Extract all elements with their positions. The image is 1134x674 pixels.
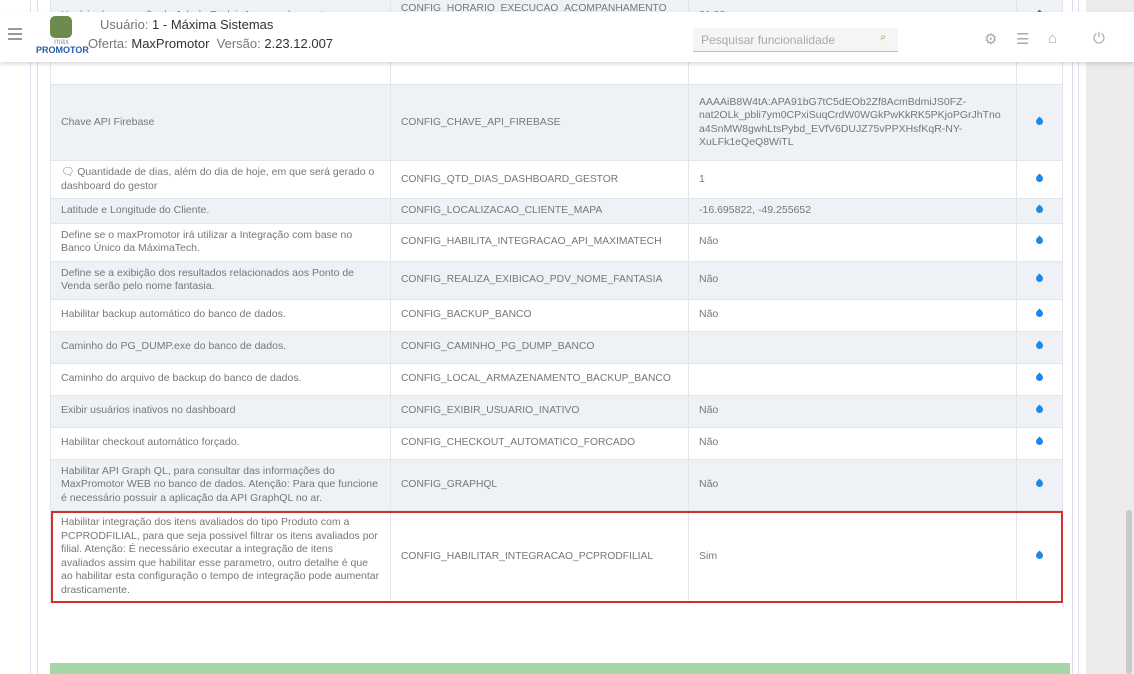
cell-desc: Define se a exibição dos resultados rela… — [50, 260, 391, 300]
config-table: Horário de execução da Job de Excluir Ac… — [50, 0, 1063, 603]
config-row: Chave API Firebase CONFIG_CHAVE_API_FIREB… — [50, 84, 1063, 161]
edit-cell — [1016, 198, 1063, 224]
scrollbar-track[interactable] — [1086, 0, 1134, 674]
config-row: Caminho do arquivo de backup do banco de… — [50, 362, 1063, 396]
edit-cell — [1016, 394, 1063, 428]
cell-desc: Exibir usuários inativos no dashboard — [50, 394, 391, 428]
config-row: 🗨 Quantidade de dias, além do dia de hoj… — [50, 160, 1063, 199]
edit-icon[interactable] — [1034, 478, 1045, 489]
cell-desc: Habilitar checkout automático forçado. — [50, 426, 391, 460]
edit-icon[interactable] — [1034, 116, 1045, 127]
cell-value: Sim — [688, 510, 1017, 603]
cell-key: CONFIG_BACKUP_BANCO — [390, 298, 689, 332]
menu-icon[interactable] — [8, 28, 22, 43]
cell-key: CONFIG_HABILITAR_INTEGRACAO_PCPRODFILIAL — [390, 510, 689, 603]
cell-desc: Habilitar backup automático do banco de … — [50, 298, 391, 332]
home-icon[interactable]: ⌂ — [1048, 30, 1057, 47]
cell-value: -16.695822, -49.255652 — [688, 198, 1017, 224]
offer-info: Oferta: MaxPromotor Versão: 2.23.12.007 — [88, 36, 334, 51]
cell-key: CONFIG_CHECKOUT_AUTOMATICO_FORCADO — [390, 426, 689, 460]
frame-border — [37, 0, 38, 674]
edit-cell — [1016, 510, 1063, 603]
cell-value: Não — [688, 426, 1017, 460]
top-header: max PROMOTOR Usuário: 1 - Máxima Sistema… — [0, 12, 1134, 62]
edit-icon[interactable] — [1034, 404, 1045, 415]
edit-cell — [1016, 458, 1063, 511]
config-row: Exibir usuários inativos no dashboard CON… — [50, 394, 1063, 428]
edit-icon[interactable] — [1034, 273, 1045, 284]
search-icon[interactable]: ⌕ — [880, 32, 886, 43]
edit-cell — [1016, 426, 1063, 460]
frame-border — [1072, 0, 1073, 674]
power-icon[interactable]: ⏻ — [1093, 30, 1105, 47]
frame-border — [1078, 0, 1079, 674]
edit-cell — [1016, 298, 1063, 332]
maxpromotor-logo: max PROMOTOR — [36, 16, 89, 60]
cell-desc: Chave API Firebase — [50, 84, 391, 161]
cell-desc: Caminho do arquivo de backup do banco de… — [50, 362, 391, 396]
config-row: Habilitar integração dos itens avaliados… — [50, 510, 1063, 603]
document-icon[interactable]: ☰ — [1016, 30, 1029, 48]
edit-cell — [1016, 222, 1063, 262]
frame-border — [30, 0, 31, 674]
cell-desc: Habilitar API Graph QL, para consultar d… — [50, 458, 391, 511]
cell-key: CONFIG_REALIZA_EXIBICAO_PDV_NOME_FANTASI… — [390, 260, 689, 300]
cell-value: Não — [688, 394, 1017, 428]
cell-desc: Habilitar integração dos itens avaliados… — [50, 510, 391, 603]
edit-icon[interactable] — [1034, 550, 1045, 561]
cell-desc: Caminho do PG_DUMP.exe do banco de dados… — [50, 330, 391, 364]
edit-icon[interactable] — [1034, 204, 1045, 215]
config-row: Habilitar API Graph QL, para consultar d… — [50, 458, 1063, 511]
config-row: Latitude e Longitude do Cliente. CONFIG_L… — [50, 198, 1063, 224]
cell-key: CONFIG_CAMINHO_PG_DUMP_BANCO — [390, 330, 689, 364]
search-input[interactable]: Pesquisar funcionalidade ⌕ — [693, 28, 898, 52]
config-row: Define se a exibição dos resultados rela… — [50, 260, 1063, 300]
cell-desc: Define se o maxPromotor irá utilizar a I… — [50, 222, 391, 262]
config-row: Define se o maxPromotor irá utilizar a I… — [50, 222, 1063, 262]
settings-icon[interactable]: ⚙ — [984, 30, 997, 48]
cell-desc: Latitude e Longitude do Cliente. — [50, 198, 391, 224]
config-row: Habilitar checkout automático forçado. CO… — [50, 426, 1063, 460]
cell-key: CONFIG_LOCAL_ARMAZENAMENTO_BACKUP_BANCO — [390, 362, 689, 396]
edit-icon[interactable] — [1034, 436, 1045, 447]
edit-icon[interactable] — [1034, 173, 1045, 184]
edit-cell — [1016, 84, 1063, 161]
cell-desc: 🗨 Quantidade de dias, além do dia de hoj… — [50, 160, 391, 199]
edit-icon[interactable] — [1034, 340, 1045, 351]
cell-key: CONFIG_EXIBIR_USUARIO_INATIVO — [390, 394, 689, 428]
cell-value: 1 — [688, 160, 1017, 199]
edit-icon[interactable] — [1034, 235, 1045, 246]
cell-value — [688, 362, 1017, 396]
cell-value: Não — [688, 458, 1017, 511]
cell-value: Não — [688, 298, 1017, 332]
cell-key: CONFIG_QTD_DIAS_DASHBOARD_GESTOR — [390, 160, 689, 199]
edit-cell — [1016, 362, 1063, 396]
footer-bar — [50, 663, 1070, 674]
edit-cell — [1016, 160, 1063, 199]
cell-key: CONFIG_GRAPHQL — [390, 458, 689, 511]
cell-value — [688, 330, 1017, 364]
config-row: Habilitar backup automático do banco de … — [50, 298, 1063, 332]
edit-cell — [1016, 260, 1063, 300]
cell-value: AAAAiB8W4tA:APA91bG7tC5dEOb2Zf8AcmBdmiJS… — [688, 84, 1017, 161]
cell-key: CONFIG_HABILITA_INTEGRACAO_API_MAXIMATEC… — [390, 222, 689, 262]
scrollbar-thumb[interactable] — [1126, 510, 1132, 674]
cell-value: Não — [688, 260, 1017, 300]
edit-icon[interactable] — [1034, 372, 1045, 383]
edit-cell — [1016, 330, 1063, 364]
config-row: Caminho do PG_DUMP.exe do banco de dados… — [50, 330, 1063, 364]
cell-value: Não — [688, 222, 1017, 262]
user-info: Usuário: 1 - Máxima Sistemas — [100, 17, 274, 32]
cell-key: CONFIG_CHAVE_API_FIREBASE — [390, 84, 689, 161]
cell-key: CONFIG_LOCALIZACAO_CLIENTE_MAPA — [390, 198, 689, 224]
edit-icon[interactable] — [1034, 308, 1045, 319]
